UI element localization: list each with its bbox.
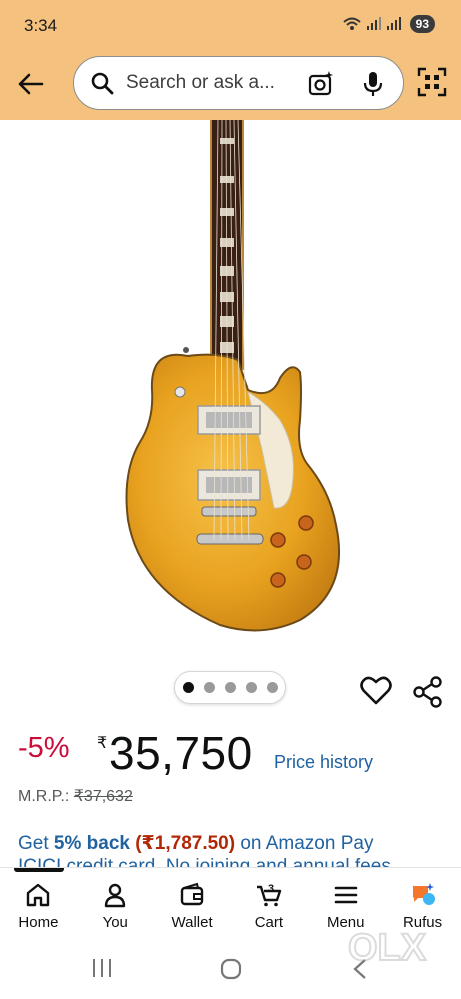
nav-you-label: You bbox=[102, 914, 128, 931]
cart-icon: 3 bbox=[256, 883, 282, 907]
nav-cart-label: Cart bbox=[254, 914, 284, 931]
search-input[interactable] bbox=[126, 72, 291, 94]
offer-cashback: 5% back bbox=[53, 833, 130, 854]
olx-watermark-text: OLX bbox=[348, 927, 427, 969]
guitar-image bbox=[125, 119, 340, 632]
search-bar[interactable] bbox=[73, 56, 404, 110]
price-history-link[interactable]: Price history bbox=[274, 752, 373, 773]
cashback-offer[interactable]: Get 5% back (₹1,787.50) on Amazon Pay bbox=[18, 832, 448, 855]
search-icon bbox=[91, 72, 114, 95]
nav-home[interactable]: Home bbox=[0, 868, 77, 939]
carousel-dot-5[interactable] bbox=[266, 682, 278, 693]
share-icon[interactable] bbox=[412, 676, 444, 708]
carousel-dot-2[interactable] bbox=[203, 682, 215, 693]
carousel-dot-4[interactable] bbox=[245, 682, 257, 693]
price-value: 35,750 bbox=[109, 727, 253, 779]
qr-scan-icon[interactable] bbox=[417, 67, 447, 97]
image-carousel-dots[interactable] bbox=[174, 671, 286, 704]
nav-home-label: Home bbox=[18, 914, 59, 931]
nav-you[interactable]: You bbox=[77, 868, 154, 939]
signal-icon-2 bbox=[386, 17, 401, 30]
currency-symbol: ₹ bbox=[97, 735, 108, 752]
mrp-value: ₹37,632 bbox=[73, 788, 133, 805]
offer-prefix: Get bbox=[18, 833, 54, 854]
camera-lens-icon[interactable] bbox=[307, 70, 335, 98]
menu-icon bbox=[334, 886, 358, 904]
cart-count-badge: 3 bbox=[268, 883, 274, 895]
wallet-icon bbox=[180, 882, 204, 906]
nav-wallet[interactable]: Wallet bbox=[154, 868, 231, 939]
discount-percent: -5% bbox=[18, 732, 70, 764]
nav-cart[interactable]: 3 Cart bbox=[230, 868, 307, 939]
olx-watermark-logo: OLX bbox=[347, 926, 428, 970]
offer-amount: (₹1,787.50) bbox=[135, 833, 236, 854]
carousel-dot-1[interactable] bbox=[182, 682, 194, 693]
home-icon bbox=[27, 883, 50, 907]
status-time: 3:34 bbox=[24, 16, 58, 35]
back-button[interactable] bbox=[12, 66, 48, 102]
status-icons: 93 bbox=[342, 15, 435, 33]
home-circle-icon[interactable] bbox=[219, 957, 243, 981]
wifi-icon bbox=[342, 17, 361, 30]
signal-icon bbox=[366, 17, 381, 30]
app-header bbox=[0, 50, 461, 120]
mrp-label: M.R.P.: bbox=[18, 788, 70, 805]
mrp-row: M.R.P.: ₹37,632 bbox=[18, 786, 133, 806]
rufus-icon bbox=[412, 883, 435, 905]
battery-badge: 93 bbox=[409, 15, 435, 33]
heart-icon[interactable] bbox=[360, 676, 392, 706]
arrow-left-icon bbox=[18, 73, 44, 95]
product-image[interactable] bbox=[0, 119, 461, 650]
active-tab-indicator bbox=[14, 868, 64, 872]
microphone-icon[interactable] bbox=[360, 70, 386, 98]
recent-apps-icon[interactable] bbox=[90, 957, 114, 979]
user-icon bbox=[105, 883, 126, 908]
offer-suffix: on Amazon Pay bbox=[235, 833, 374, 854]
offer-line-2: ICICI credit card. No joining and annual… bbox=[18, 856, 391, 867]
nav-wallet-label: Wallet bbox=[171, 914, 213, 931]
carousel-dot-3[interactable] bbox=[224, 682, 236, 693]
status-bar: 3:34 93 bbox=[0, 0, 461, 50]
